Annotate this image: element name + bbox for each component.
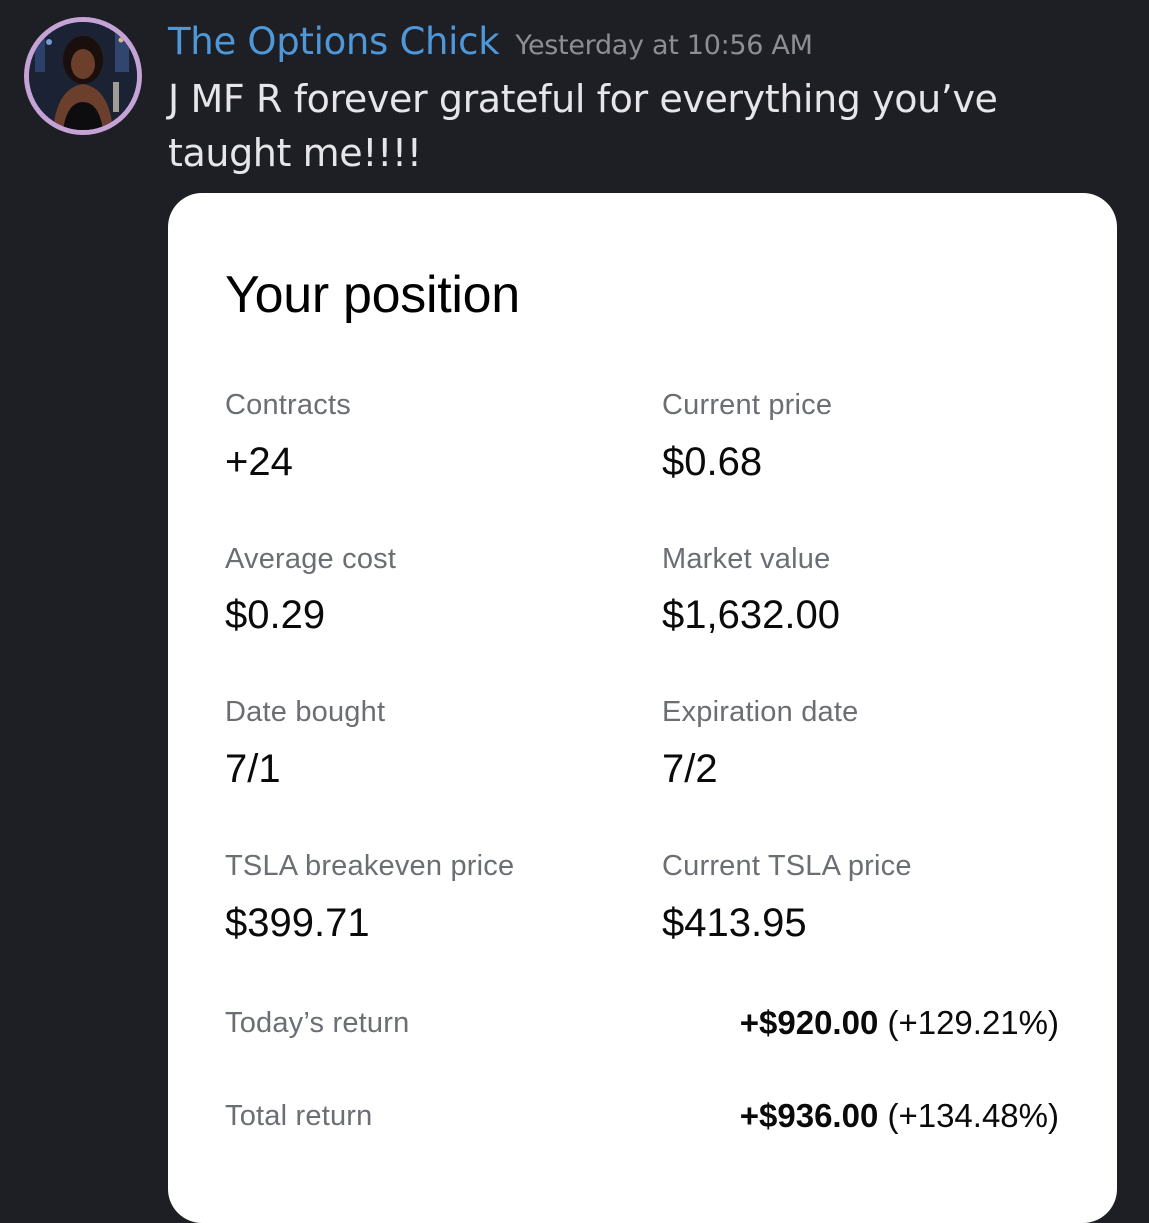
market-value-label: Market value [662, 543, 831, 575]
average-cost-value: $0.29 [225, 593, 326, 637]
username[interactable]: The Options Chick [168, 20, 500, 63]
todays-return-percent: (+129.21%) [887, 1004, 1059, 1041]
current-price-value: $0.68 [662, 440, 763, 484]
expiration-date-value: 7/2 [662, 747, 718, 791]
total-return-label: Total return [225, 1100, 373, 1132]
expiration-date-label: Expiration date [662, 696, 859, 728]
position-card-image[interactable]: Your position Contracts +24 Current pric… [168, 193, 1117, 1223]
timestamp: Yesterday at 10:56 AM [515, 30, 813, 61]
total-return-percent: (+134.48%) [887, 1097, 1059, 1134]
todays-return-amount: +$920.00 [739, 1004, 879, 1041]
current-price-label: Current price [662, 389, 833, 421]
chat-message: The Options Chick Yesterday at 10:56 AM J… [0, 0, 1149, 1223]
todays-return-label: Today’s return [225, 1007, 410, 1039]
total-return-value: +$936.00 (+134.48%) [740, 1097, 1059, 1135]
todays-return-value: +$920.00 (+129.21%) [740, 1004, 1059, 1042]
card-title: Your position [225, 266, 520, 324]
current-tsla-price-label: Current TSLA price [662, 850, 912, 882]
contracts-label: Contracts [225, 389, 351, 421]
current-tsla-price-value: $413.95 [662, 901, 807, 945]
market-value-value: $1,632.00 [662, 593, 840, 637]
message-header: The Options Chick Yesterday at 10:56 AM [168, 20, 813, 63]
contracts-value: +24 [225, 440, 293, 484]
total-return-amount: +$936.00 [739, 1097, 879, 1134]
breakeven-price-value: $399.71 [225, 901, 370, 945]
avatar[interactable] [24, 17, 142, 135]
avatar-photo [29, 22, 137, 130]
message-text: J MF R forever grateful for everything y… [168, 77, 998, 175]
breakeven-price-label: TSLA breakeven price [225, 850, 515, 882]
date-bought-label: Date bought [225, 696, 386, 728]
date-bought-value: 7/1 [225, 747, 281, 791]
average-cost-label: Average cost [225, 543, 397, 575]
